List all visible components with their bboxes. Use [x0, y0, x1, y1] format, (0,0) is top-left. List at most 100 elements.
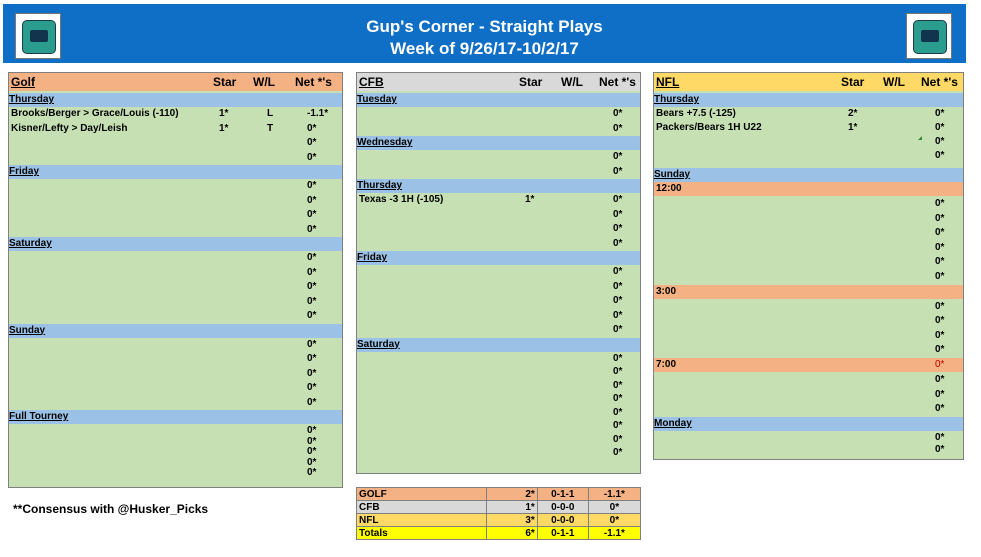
day-section-header: Wednesday	[357, 136, 640, 150]
net-value: 0*	[613, 237, 623, 249]
summary-table: GOLF 2* 0-1-1 -1.1* CFB 1* 0-0-0 0* NFL 3* 0-0-0 0*…	[356, 487, 642, 540]
net-value: 0*	[935, 136, 945, 147]
pick-row: 0*	[9, 223, 342, 237]
pick-row: 0*	[654, 343, 963, 357]
pick-row: 0*	[357, 208, 640, 222]
time-slot-header: 7:00 0*	[654, 358, 963, 372]
pick-text: Bears +7.5 (-125)	[656, 108, 736, 119]
pick-row: 0*	[357, 392, 640, 406]
star-value: 1*	[848, 122, 858, 133]
net-value: 0*	[307, 295, 317, 307]
pick-text: Packers/Bears 1H U22	[656, 122, 762, 133]
net-value: 0*	[613, 433, 623, 445]
pick-row: 0*	[357, 406, 640, 420]
net-value: 0*	[935, 443, 945, 455]
time-slot-header: 3:00	[654, 284, 963, 299]
net-value: 0*	[613, 447, 623, 458]
wl-column-header: W/L	[561, 75, 583, 89]
page-subtitle: Week of 9/26/17-10/2/17	[390, 39, 579, 58]
pick-row: 0*	[654, 443, 963, 457]
pick-row: 0*	[357, 107, 640, 121]
net-value: 0*	[307, 310, 317, 321]
pick-row: 0*	[9, 208, 342, 222]
net-value: 0*	[935, 315, 945, 327]
net-value: 0*	[935, 403, 945, 415]
star-value: 1*	[219, 122, 229, 134]
pick-row: 0*	[357, 294, 640, 308]
pick-row: Texas -3 1H (-105) 1* 0*	[357, 193, 640, 207]
summary-label: NFL	[356, 513, 487, 527]
pick-row: 0*	[654, 300, 963, 314]
day-section-header: Tuesday	[357, 93, 640, 107]
net-value: 0*	[935, 212, 945, 224]
net-value: 0*	[613, 366, 623, 377]
net-value: 0*	[613, 108, 623, 119]
section-title: NFL	[656, 75, 680, 89]
net-value: 0*	[935, 150, 945, 161]
wl-value: L	[267, 108, 274, 119]
pick-row: 0*	[654, 402, 963, 416]
day-section-header: Friday	[9, 165, 342, 179]
star-column-header: Star	[841, 75, 865, 89]
net-value: 0*	[935, 108, 945, 119]
pick-row: Kisner/Lefty > Day/Leish 1* T 0*	[9, 122, 342, 136]
summary-row: Totals 6* 0-1-1 -1.1*	[356, 526, 642, 540]
day-section-header: Sunday	[9, 323, 342, 338]
pick-row: 0*	[357, 446, 640, 460]
day-section-header: Thursday	[9, 93, 342, 107]
net-column-header: Net *'s	[921, 75, 958, 89]
fish-logo-icon	[906, 13, 952, 59]
pick-row: 0*	[654, 197, 963, 211]
summary-net: -1.1*	[587, 526, 642, 540]
net-column-header: Net *'s	[599, 75, 636, 89]
pick-row: 0*	[9, 381, 342, 395]
net-value: 0*	[307, 137, 317, 148]
net-value: 0*	[307, 252, 317, 263]
pick-text: Texas -3 1H (-105)	[359, 194, 444, 205]
net-value: 0*	[613, 122, 623, 134]
pick-row: 0*	[654, 329, 963, 343]
net-value: 0*	[935, 329, 945, 341]
net-value: 0*	[307, 151, 317, 163]
nfl-panel: NFL Star W/L Net *'s Thursday Bears +7.5 (-12…	[653, 72, 964, 460]
pick-row: 0*	[357, 222, 640, 236]
pick-row: 0*	[357, 165, 640, 179]
nfl-header: NFL Star W/L Net *'s	[654, 73, 963, 91]
pick-row: 0*	[357, 352, 640, 366]
pick-row: 0*	[9, 352, 342, 366]
wl-column-header: W/L	[883, 75, 905, 89]
net-value: 0*	[307, 122, 317, 134]
star-column-header: Star	[519, 75, 543, 89]
pick-row: 0*	[357, 122, 640, 136]
time-slot-header: 12:00	[654, 182, 963, 196]
summary-row: CFB 1* 0-0-0 0*	[356, 500, 642, 514]
net-value: 0*	[935, 241, 945, 253]
net-value: 0*	[613, 324, 623, 335]
pick-row: 0*	[9, 266, 342, 280]
summary-label: CFB	[356, 500, 487, 514]
pick-row: Brooks/Berger > Grace/Louis (-110) 1* L -1.…	[9, 107, 342, 121]
net-value: 0*	[307, 281, 317, 292]
net-value: 0*	[613, 223, 623, 234]
pick-row: 0*	[654, 212, 963, 226]
net-value: 0*	[613, 165, 623, 177]
net-value: 0*	[613, 266, 623, 277]
summary-row: NFL 3* 0-0-0 0*	[356, 513, 642, 527]
net-value: 0*	[613, 309, 623, 321]
header-banner: Gup's Corner - Straight Plays Week of 9/…	[3, 4, 966, 63]
star-value: 1*	[219, 108, 229, 119]
net-value: 0*	[613, 208, 623, 220]
summary-record: 0-0-0	[536, 500, 589, 514]
net-value: 0*	[935, 271, 945, 282]
net-value: 0*	[935, 388, 945, 400]
day-section-header: Monday	[654, 416, 963, 431]
summary-stars: 3*	[485, 513, 538, 527]
pick-row: 0*	[357, 309, 640, 323]
summary-row: GOLF 2* 0-1-1 -1.1*	[356, 487, 642, 501]
pick-row: 0*	[654, 373, 963, 387]
day-section-header: Saturday	[357, 337, 640, 352]
pick-row: 0*	[357, 265, 640, 279]
net-value: 0*	[935, 359, 945, 370]
net-value: 0*	[307, 266, 317, 278]
pick-row: 0*	[654, 149, 963, 163]
